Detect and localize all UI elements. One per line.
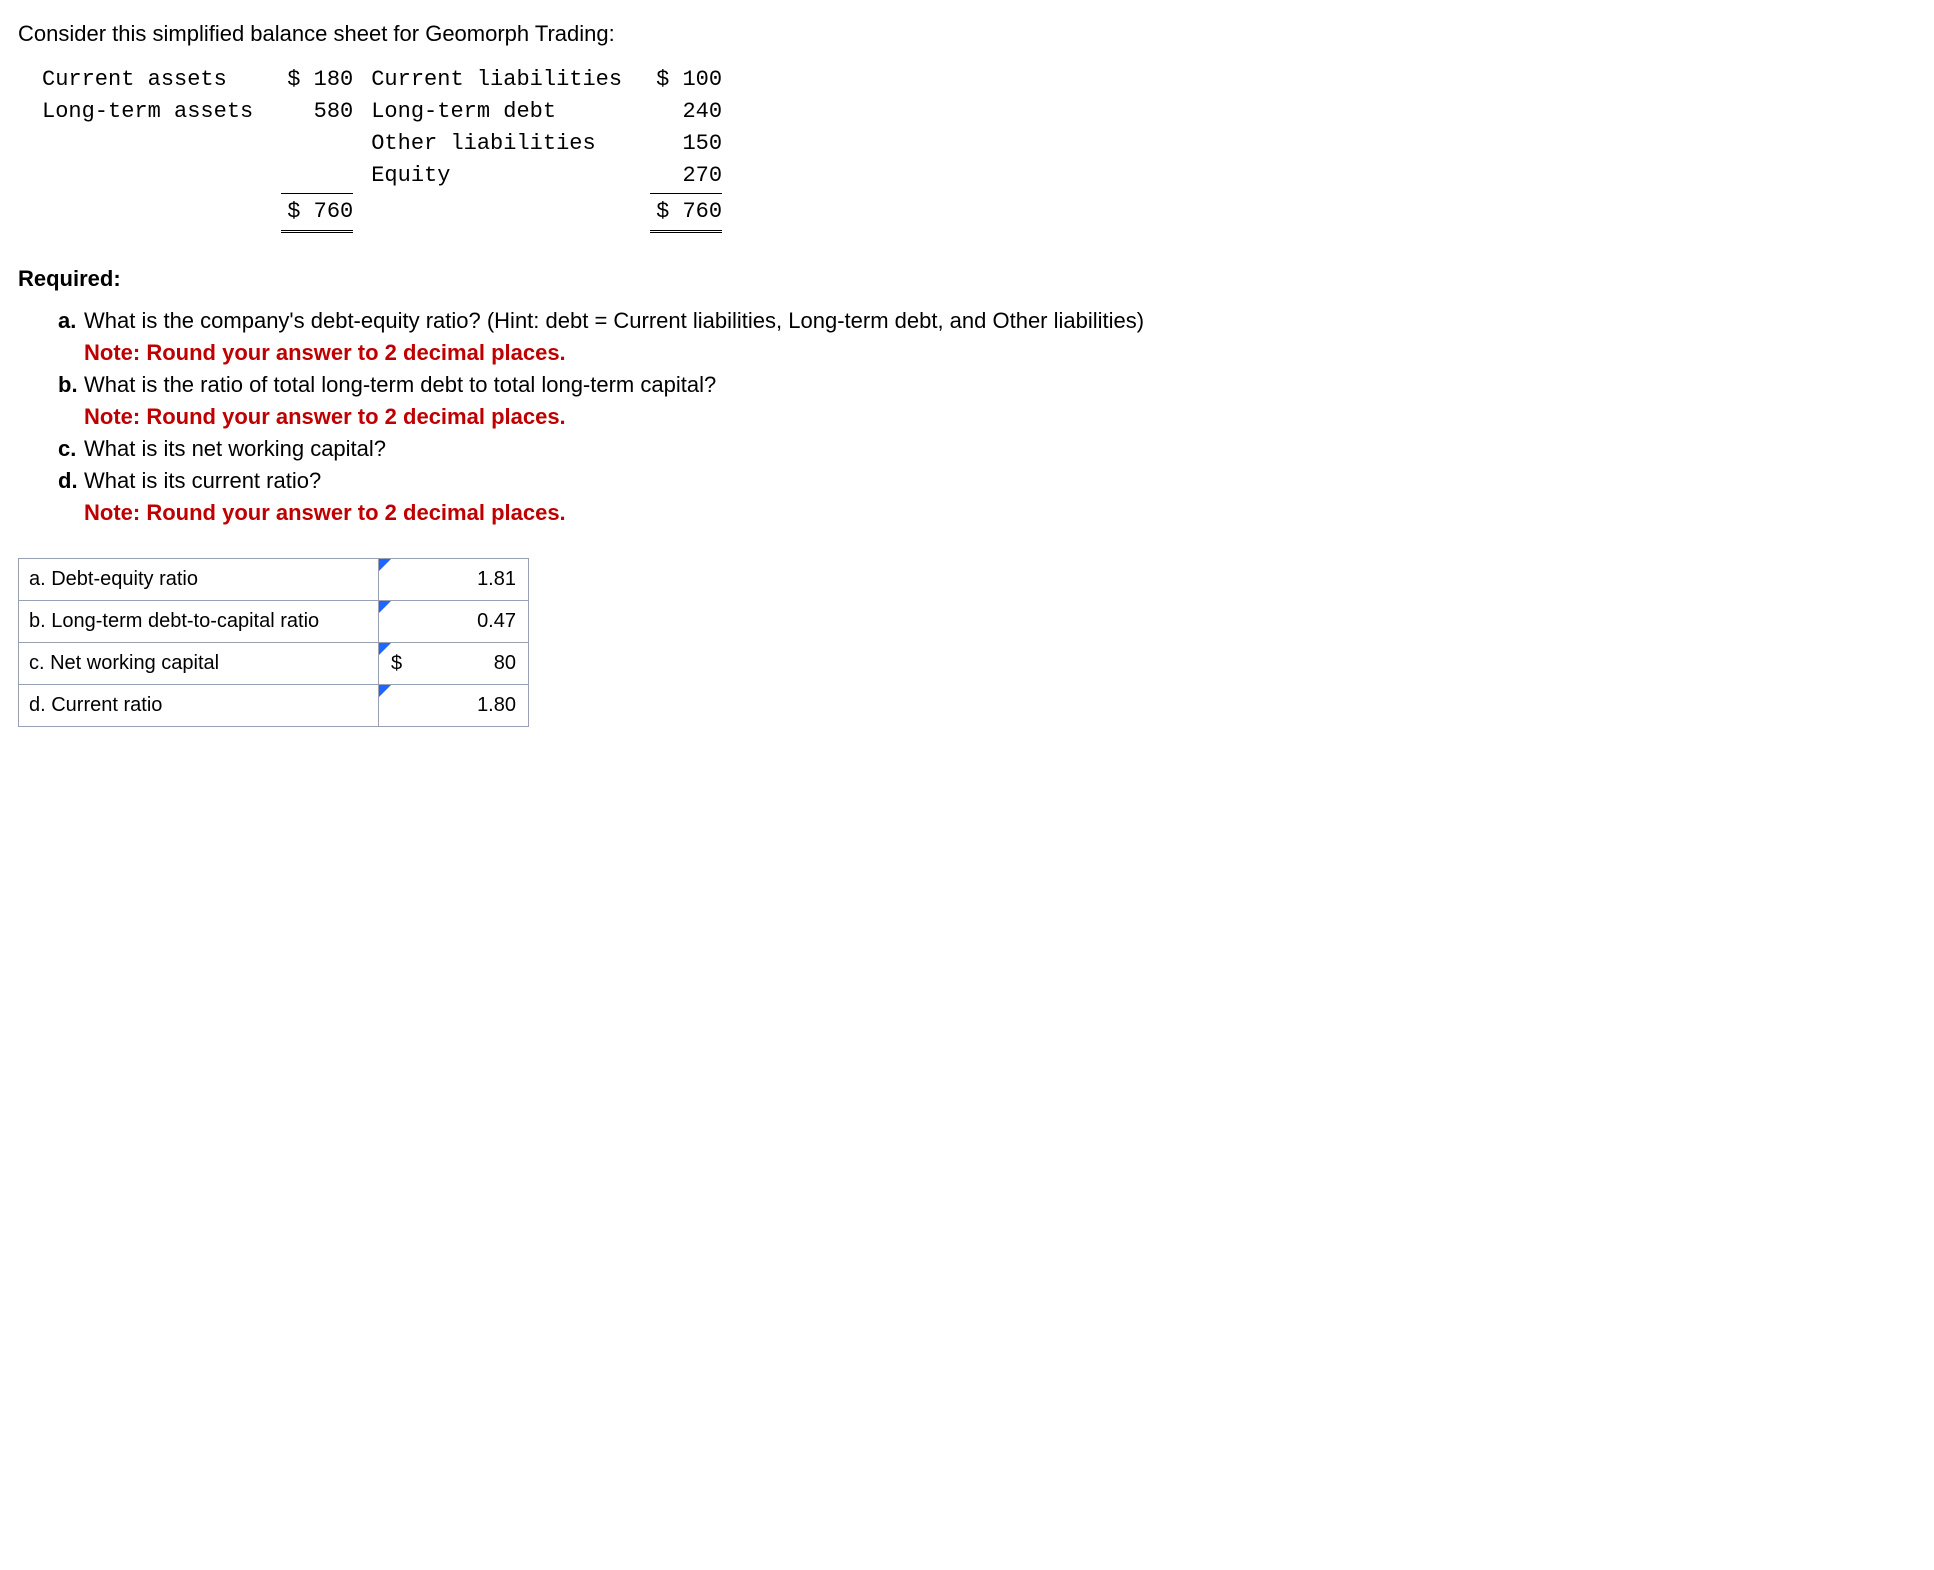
bs-total-row: $ 760 $ 760 [42, 193, 722, 233]
answer-value: 1.80 [477, 694, 516, 716]
req-note: Note: Round your answer to 2 decimal pla… [58, 497, 1916, 529]
answer-prefix: $ [391, 649, 402, 678]
answer-label: d. Current ratio [19, 685, 379, 727]
answer-label: b. Long-term debt-to-capital ratio [19, 601, 379, 643]
bs-right-label: Current liabilities [371, 64, 632, 96]
req-text: What is its net working capital? [84, 436, 386, 461]
bs-left-total: $ 760 [263, 193, 353, 233]
bs-row: Long-term assets 580 Long-term debt 240 [42, 96, 722, 128]
req-marker: b. [58, 369, 84, 401]
bs-left-value: $ 180 [263, 64, 353, 96]
bs-right-value: 270 [632, 160, 722, 194]
answer-row: b. Long-term debt-to-capital ratio 0.47 [19, 601, 529, 643]
balance-sheet: Current assets $ 180 Current liabilities… [18, 64, 1916, 233]
answer-value: 80 [494, 652, 516, 674]
intro-text: Consider this simplified balance sheet f… [18, 18, 1916, 50]
requirement-item: c.What is its net working capital? [58, 433, 1916, 465]
bs-left-label: Long-term assets [42, 96, 263, 128]
bs-left-label: Current assets [42, 64, 263, 96]
bs-row: Other liabilities 150 [42, 128, 722, 160]
answer-row: c. Net working capital $ 80 [19, 643, 529, 685]
bs-right-label: Equity [371, 160, 632, 194]
answer-value-cell[interactable]: 0.47 [379, 601, 529, 643]
bs-right-label: Long-term debt [371, 96, 632, 128]
req-note: Note: Round your answer to 2 decimal pla… [58, 401, 1916, 433]
req-marker: c. [58, 433, 84, 465]
answer-value-cell[interactable]: 1.80 [379, 685, 529, 727]
answer-label: c. Net working capital [19, 643, 379, 685]
requirement-item: d.What is its current ratio? Note: Round… [58, 465, 1916, 529]
answer-value: 1.81 [477, 568, 516, 590]
requirement-item: b.What is the ratio of total long-term d… [58, 369, 1916, 433]
bs-right-total: $ 760 [632, 193, 722, 233]
bs-row: Current assets $ 180 Current liabilities… [42, 64, 722, 96]
bs-left-value: 580 [263, 96, 353, 128]
req-text: What is the company's debt-equity ratio?… [84, 308, 1144, 333]
bs-right-label: Other liabilities [371, 128, 632, 160]
req-marker: d. [58, 465, 84, 497]
requirements-list: a.What is the company's debt-equity rati… [58, 305, 1916, 528]
req-marker: a. [58, 305, 84, 337]
answers-table: a. Debt-equity ratio 1.81 b. Long-term d… [18, 558, 529, 727]
answer-row: a. Debt-equity ratio 1.81 [19, 559, 529, 601]
requirement-item: a.What is the company's debt-equity rati… [58, 305, 1916, 369]
balance-sheet-table: Current assets $ 180 Current liabilities… [42, 64, 722, 233]
req-text: What is the ratio of total long-term deb… [84, 372, 716, 397]
req-note: Note: Round your answer to 2 decimal pla… [58, 337, 1916, 369]
bs-right-value: 240 [632, 96, 722, 128]
answer-label: a. Debt-equity ratio [19, 559, 379, 601]
answer-value-cell[interactable]: $ 80 [379, 643, 529, 685]
answer-value: 0.47 [477, 610, 516, 632]
req-text: What is its current ratio? [84, 468, 321, 493]
bs-right-value: 150 [632, 128, 722, 160]
answer-row: d. Current ratio 1.80 [19, 685, 529, 727]
bs-row: Equity 270 [42, 160, 722, 194]
bs-right-value: $ 100 [632, 64, 722, 96]
required-heading: Required: [18, 263, 1916, 295]
answer-value-cell[interactable]: 1.81 [379, 559, 529, 601]
